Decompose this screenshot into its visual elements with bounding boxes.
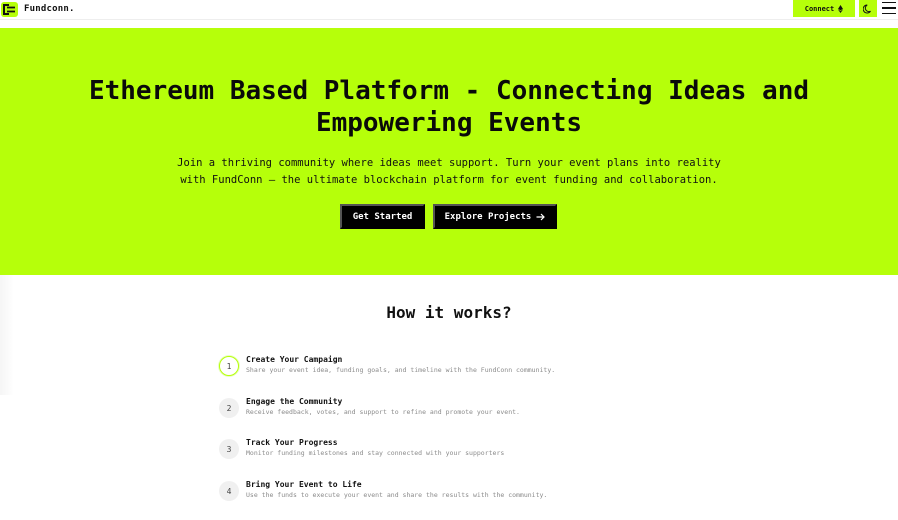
step-item: 1 Create Your Campaign Share your event … <box>219 353 679 383</box>
how-it-works-title: How it works? <box>386 303 512 322</box>
step-title: Create Your Campaign <box>246 355 343 364</box>
step-number: 4 <box>219 481 239 501</box>
theme-toggle-button[interactable] <box>859 0 877 17</box>
explore-projects-button[interactable]: Explore Projects <box>433 204 557 229</box>
get-started-button[interactable]: Get Started <box>340 204 425 229</box>
explore-projects-label: Explore Projects <box>444 211 532 222</box>
step-number: 2 <box>219 398 239 418</box>
step-title: Track Your Progress <box>246 438 338 447</box>
connect-label: Connect <box>804 4 835 13</box>
side-shadow <box>0 275 14 395</box>
connect-wallet-button[interactable]: Connect <box>793 0 855 17</box>
step-item: 4 Bring Your Event to Life Use the funds… <box>219 478 679 508</box>
hero-section: Ethereum Based Platform - Connecting Ide… <box>0 28 898 275</box>
moon-icon <box>863 3 871 13</box>
step-number: 3 <box>219 439 239 459</box>
step-description: Receive feedback, votes, and support to … <box>246 408 520 416</box>
hero-title: Ethereum Based Platform - Connecting Ide… <box>88 76 810 138</box>
top-navbar: Fundconn. Connect <box>0 0 898 20</box>
brand-name: Fundconn. <box>24 4 75 14</box>
hamburger-menu-icon[interactable] <box>882 2 896 14</box>
get-started-label: Get Started <box>352 211 413 222</box>
step-description: Use the funds to execute your event and … <box>246 491 548 499</box>
step-item: 2 Engage the Community Receive feedback,… <box>219 395 679 425</box>
arrow-right-icon <box>536 213 546 220</box>
fundconn-logo-icon <box>1 1 18 17</box>
hero-subtitle: Join a thriving community where ideas me… <box>177 157 721 186</box>
ethereum-icon <box>838 4 844 13</box>
brand-link[interactable]: Fundconn. <box>1 1 75 17</box>
step-description: Share your event idea, funding goals, an… <box>246 366 556 374</box>
step-number: 1 <box>219 356 239 376</box>
step-title: Bring Your Event to Life <box>246 480 362 489</box>
step-item: 3 Track Your Progress Monitor funding mi… <box>219 436 679 466</box>
step-title: Engage the Community <box>246 397 343 406</box>
step-description: Monitor funding milestones and stay conn… <box>246 449 505 457</box>
